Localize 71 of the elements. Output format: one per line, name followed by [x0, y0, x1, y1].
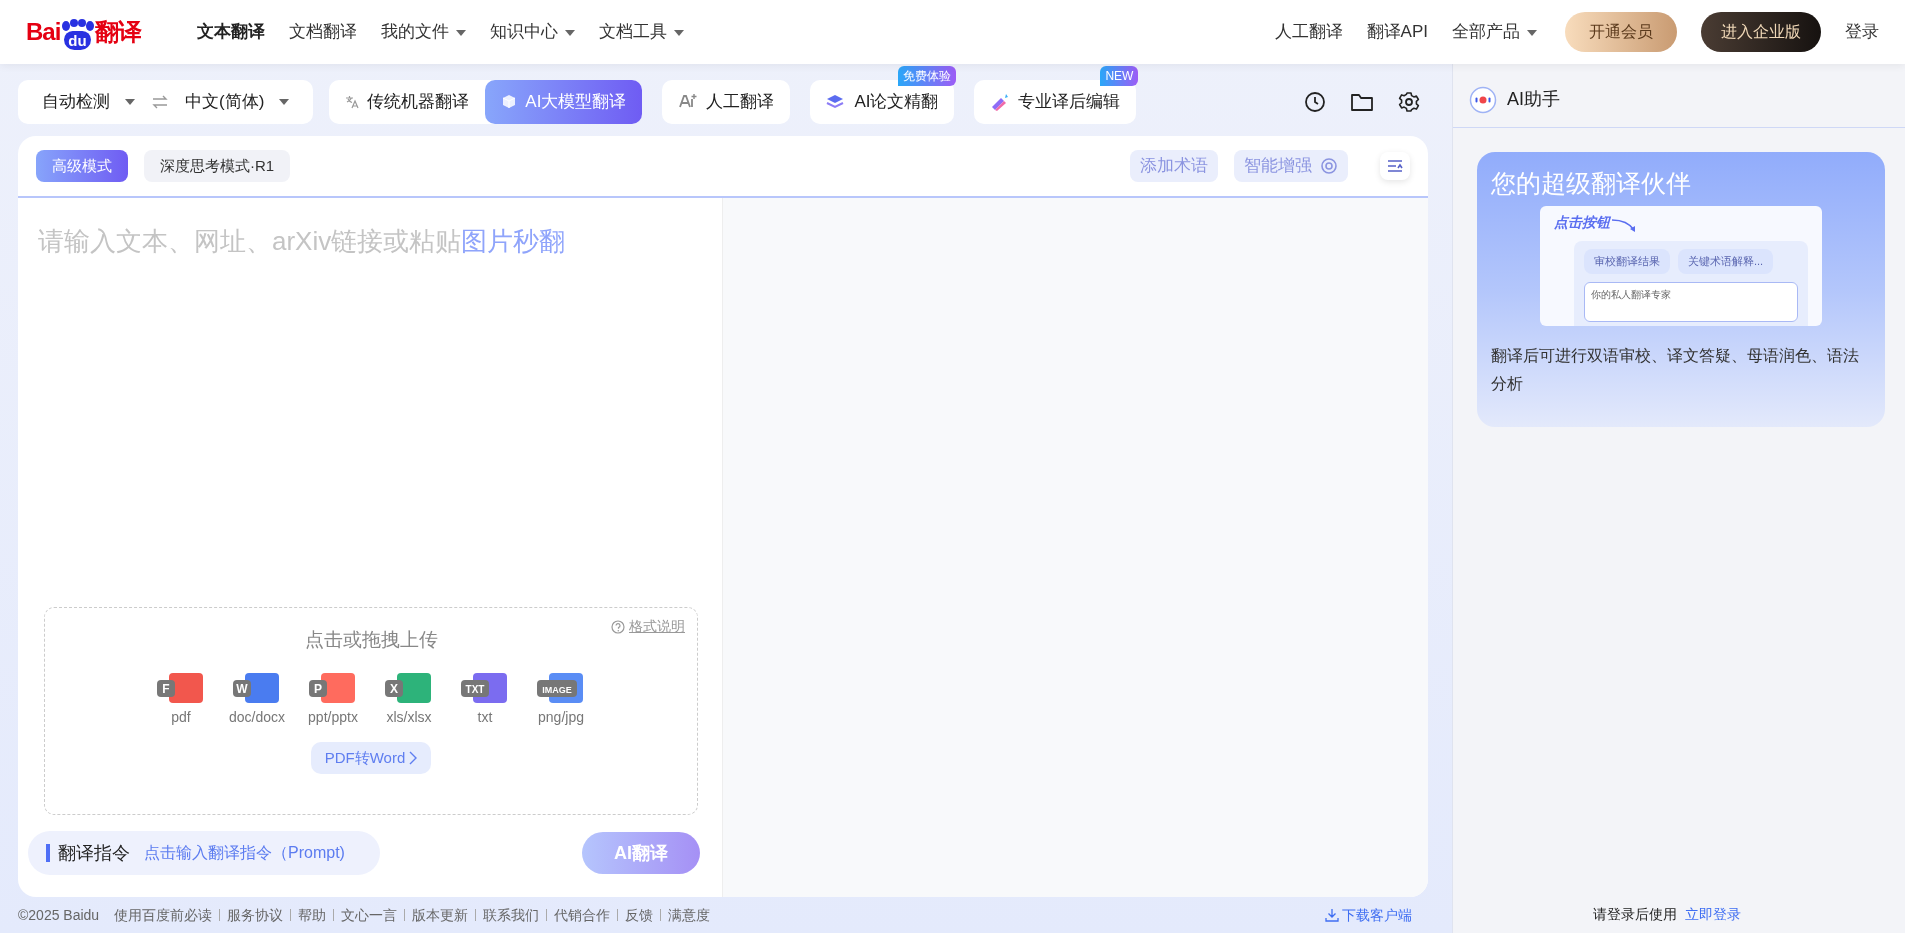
nav-link[interactable]: 知识中心: [489, 19, 575, 45]
chevron-right-icon: [409, 750, 418, 765]
footer-link[interactable]: 服务协议: [219, 909, 291, 921]
footer-link[interactable]: 使用百度前必读: [107, 909, 220, 921]
source-language-dropdown[interactable]: 自动检测: [26, 80, 151, 124]
collapse-icon: [1387, 159, 1403, 173]
card-title: 您的超级翻译伙伴: [1491, 168, 1692, 198]
suggestion-chip: 关键术语解释...: [1678, 249, 1774, 274]
caret-icon: [125, 99, 135, 105]
copyright-text: ©2025 Baidu: [18, 905, 100, 925]
nav-link[interactable]: 我的文件: [380, 19, 466, 45]
footer-link[interactable]: 联系我们: [475, 909, 547, 921]
pen-icon: [990, 93, 1011, 111]
footer-link[interactable]: 文心一言: [333, 909, 405, 921]
caret-icon: [279, 99, 290, 105]
logo-text: 翻译: [94, 17, 141, 47]
translate-icon: [345, 95, 360, 109]
mode-tab[interactable]: 高级模式: [36, 149, 128, 183]
mode-tab[interactable]: 深度思考模式·R1: [144, 149, 291, 183]
footer-link[interactable]: 反馈: [617, 909, 661, 921]
format-label: png/jpg: [538, 707, 584, 727]
format-label: doc/docx: [228, 707, 285, 727]
logo-mark: du: [64, 31, 91, 50]
download-icon: [1325, 908, 1339, 922]
footer-link[interactable]: 帮助: [290, 909, 334, 921]
nav-link[interactable]: 全部产品: [1452, 19, 1537, 45]
folder-icon: [1350, 91, 1374, 113]
prompt-placeholder: 点击输入翻译指令（Prompt): [144, 843, 345, 863]
prompt-label: 翻译指令: [46, 844, 130, 862]
feature-button[interactable]: 专业译后编辑: [974, 80, 1137, 124]
login-hint: 请登录后使用: [1593, 906, 1677, 922]
format-label: txt: [477, 707, 493, 727]
mode-tab[interactable]: 传统机器翻译: [329, 80, 486, 124]
login-link[interactable]: 登录: [1845, 19, 1879, 45]
swap-icon[interactable]: [151, 95, 169, 109]
assistant-logo-icon: [1469, 85, 1497, 114]
pdf-to-word-button[interactable]: PDF转Word: [310, 741, 432, 774]
suggestion-chip: 审校翻译结果: [1584, 249, 1670, 274]
footer-link[interactable]: 版本更新: [404, 909, 476, 921]
download-link[interactable]: 下载客户端: [1325, 904, 1412, 926]
card-description: 翻译后可进行双语审校、译文答疑、母语润色、语法分析: [1491, 346, 1860, 394]
format-label: ppt/pptx: [308, 707, 358, 727]
illustration-caption: 点击按钮: [1554, 213, 1610, 232]
nav-link[interactable]: 文档翻译: [288, 19, 357, 45]
prompt-field[interactable]: 翻译指令 点击输入翻译指令（Prompt): [28, 831, 380, 875]
paw-toes-icon: [60, 19, 95, 31]
upload-title: 点击或拖拽上传: [304, 628, 438, 652]
cube-icon: [501, 94, 518, 110]
nav-link[interactable]: 文本翻译: [196, 19, 265, 45]
clock-icon: [1304, 91, 1326, 113]
collapse-button[interactable]: [1380, 152, 1410, 180]
login-link[interactable]: 立即登录: [1685, 906, 1741, 922]
nav-link[interactable]: 人工翻译: [1274, 19, 1343, 45]
nav-link[interactable]: 文档工具: [598, 19, 684, 45]
target-language-dropdown[interactable]: 中文(简体): [169, 80, 306, 124]
help-icon: [611, 619, 625, 634]
enterprise-button[interactable]: 进入企业版: [1701, 12, 1821, 52]
feature-button[interactable]: 人工翻译: [662, 80, 791, 124]
logo-text: Bai: [26, 17, 61, 47]
panel-title: AI助手: [1507, 88, 1560, 111]
footer-link[interactable]: 满意度: [660, 909, 718, 921]
settings-icon: [1398, 91, 1420, 113]
vip-button[interactable]: 开通会员: [1565, 12, 1677, 52]
nav-link[interactable]: 翻译API: [1366, 19, 1428, 45]
badge: 免费体验: [898, 66, 957, 86]
format-label: pdf: [171, 707, 191, 727]
badge: NEW: [1100, 66, 1139, 86]
mode-tab[interactable]: AI大模型翻译: [485, 80, 643, 124]
footer-link[interactable]: 代销合作: [546, 909, 618, 921]
format-label: xls/xlsx: [386, 707, 432, 727]
target-icon: [1320, 157, 1338, 175]
